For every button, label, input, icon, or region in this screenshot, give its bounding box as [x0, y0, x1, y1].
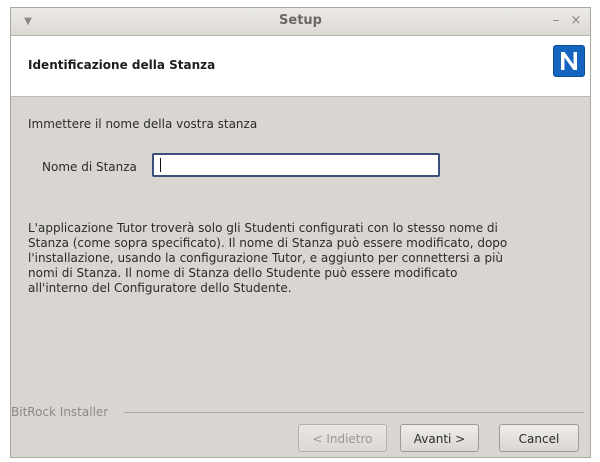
app-logo — [553, 45, 585, 77]
room-name-input[interactable] — [152, 153, 440, 177]
room-prompt: Immettere il nome della vostra stanza — [28, 117, 258, 131]
logo-n-icon — [561, 52, 577, 70]
next-button[interactable]: Avanti > — [400, 424, 479, 452]
installer-label: BitRock Installer — [11, 405, 109, 419]
back-button[interactable]: < Indietro — [298, 424, 387, 452]
info-text: L'applicazione Tutor troverà solo gli St… — [28, 221, 508, 295]
window-title: Setup — [279, 13, 322, 28]
setup-window: ▼ Setup – × Identificazione della Stanza… — [10, 7, 591, 458]
footer-divider — [124, 412, 584, 413]
page-title: Identificazione della Stanza — [28, 58, 216, 72]
text-caret — [160, 158, 161, 172]
minimize-button[interactable]: – — [549, 13, 563, 29]
close-button[interactable]: × — [569, 13, 583, 29]
page-header: Identificazione della Stanza — [11, 36, 590, 97]
title-bar[interactable]: ▼ Setup – × — [11, 8, 590, 36]
room-name-label: Nome di Stanza — [42, 160, 137, 174]
cancel-button[interactable]: Cancel — [499, 424, 579, 452]
